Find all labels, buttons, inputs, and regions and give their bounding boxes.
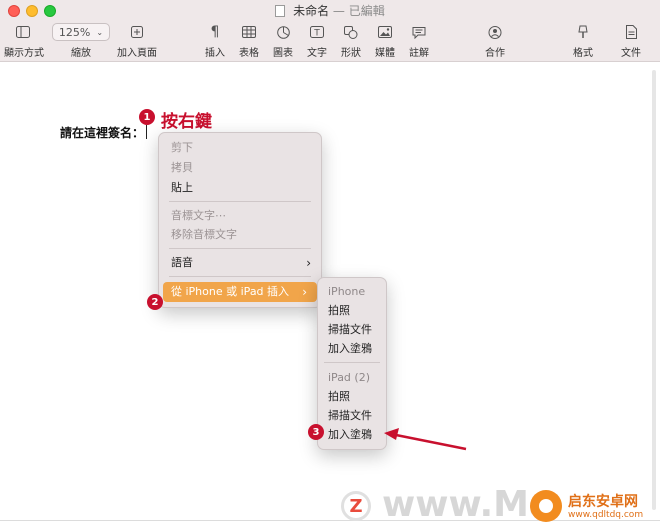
view-icon	[4, 22, 42, 42]
step-3-badge: 3	[308, 424, 324, 440]
add-page-button[interactable]: 加入頁面	[114, 22, 160, 59]
add-page-label: 加入頁面	[117, 48, 157, 59]
chart-icon	[270, 22, 296, 42]
insert-button[interactable]: ¶ 插入	[202, 22, 228, 59]
zoom-value: 125%	[58, 25, 91, 39]
comment-button[interactable]: 註解	[406, 22, 432, 59]
table-button[interactable]: 表格	[236, 22, 262, 59]
shape-icon	[338, 22, 364, 42]
chart-button[interactable]: 圖表	[270, 22, 296, 59]
text-label: 文字	[307, 48, 327, 59]
submenu-item-ipad-photo[interactable]: 拍照	[318, 387, 386, 407]
speech-label: 語音	[171, 256, 193, 269]
edit-status: 已編輯	[348, 4, 385, 18]
title-separator: —	[332, 4, 345, 18]
menu-item-insert-from-device[interactable]: 從 iPhone 或 iPad 插入 ›	[163, 282, 317, 302]
watermark-z-logo: Z	[341, 491, 371, 521]
text-icon: T	[304, 22, 330, 42]
document-body-text[interactable]: 請在這裡簽名：	[60, 124, 148, 141]
canvas-divider	[0, 520, 660, 521]
text-button[interactable]: T 文字	[304, 22, 330, 59]
watermark-site-name: 启东安卓网	[568, 494, 638, 510]
submenu-item-iphone-scan[interactable]: 掃描文件	[318, 320, 386, 340]
insert-label: 插入	[205, 48, 225, 59]
shape-label: 形狀	[341, 48, 361, 59]
text-caret	[146, 125, 148, 139]
step-2-badge: 2	[147, 294, 163, 310]
submenu-item-iphone-sketch[interactable]: 加入塗鴉	[318, 339, 386, 359]
media-button[interactable]: 媒體	[372, 22, 398, 59]
document-button[interactable]: 文件	[618, 22, 644, 59]
comment-icon	[406, 22, 432, 42]
insert-from-device-label: 從 iPhone 或 iPad 插入	[171, 285, 290, 298]
chart-label: 圖表	[273, 48, 293, 59]
collaborate-label: 合作	[485, 48, 505, 59]
arrow-annotation	[384, 428, 467, 451]
watermark-text: www.Ma	[382, 484, 532, 525]
document-icon	[618, 22, 644, 42]
signature-prompt-text: 請在這裡簽名：	[60, 126, 145, 140]
context-menu: 剪下 拷貝 貼上 音標文字⋯ 移除音標文字 語音 › 從 iPhone 或 iP…	[158, 132, 322, 308]
document-file-icon	[275, 5, 286, 17]
format-icon	[570, 22, 596, 42]
shape-button[interactable]: 形狀	[338, 22, 364, 59]
window-title: 未命名 — 已編輯	[0, 2, 660, 19]
vertical-scrollbar[interactable]	[652, 70, 656, 510]
document-label: 文件	[621, 48, 641, 59]
submenu-item-ipad-sketch[interactable]: 加入塗鴉	[318, 425, 386, 445]
view-label: 顯示方式	[4, 48, 44, 59]
menu-item-phonetic[interactable]: 音標文字⋯	[159, 206, 321, 226]
menu-item-cut[interactable]: 剪下	[159, 138, 321, 158]
submenu-item-iphone-photo[interactable]: 拍照	[318, 301, 386, 321]
chevron-right-icon: ›	[306, 256, 311, 270]
submenu-item-ipad-scan[interactable]: 掃描文件	[318, 406, 386, 426]
collaborate-button[interactable]: 合作	[480, 22, 510, 59]
submenu-separator	[324, 362, 380, 363]
media-icon	[372, 22, 398, 42]
menu-separator	[169, 276, 311, 277]
format-button[interactable]: 格式	[570, 22, 596, 59]
view-button[interactable]: 顯示方式	[4, 22, 44, 59]
chevron-right-icon: ›	[302, 285, 307, 299]
menu-item-copy[interactable]: 拷貝	[159, 158, 321, 178]
format-label: 格式	[573, 48, 593, 59]
add-page-icon	[114, 22, 160, 42]
menu-item-paste[interactable]: 貼上	[159, 178, 321, 198]
zoom-label: 縮放	[71, 48, 91, 59]
comment-label: 註解	[409, 48, 429, 59]
svg-text:T: T	[313, 29, 320, 39]
document-title: 未命名	[293, 4, 330, 18]
watermark-site-url: www.qdltdq.com	[568, 510, 644, 520]
menu-separator	[169, 248, 311, 249]
step-1-label: 按右鍵	[161, 112, 212, 132]
menu-separator	[169, 201, 311, 202]
media-label: 媒體	[375, 48, 395, 59]
insert-from-device-submenu: iPhone 拍照 掃描文件 加入塗鴉 iPad (2) 拍照 掃描文件 加入塗…	[317, 277, 387, 450]
menu-item-speech[interactable]: 語音 ›	[159, 253, 321, 273]
zoom-dropdown[interactable]: 125% ⌄	[51, 23, 111, 41]
window-toolbar: 未命名 — 已編輯 顯示方式 125% ⌄ 縮放 加入頁面 ¶ 插入 表格 圖表…	[0, 0, 660, 62]
table-icon	[236, 22, 262, 42]
submenu-header-ipad: iPad (2)	[328, 371, 370, 384]
submenu-header-iphone: iPhone	[328, 285, 366, 298]
step-1-badge: 1	[139, 109, 155, 125]
zoom-control[interactable]: 125% ⌄ 縮放	[51, 22, 111, 59]
zoom-dropdown-icon: ⌄	[96, 27, 104, 37]
collaborate-icon	[480, 22, 510, 42]
table-label: 表格	[239, 48, 259, 59]
watermark-site-logo	[530, 490, 562, 522]
insert-icon: ¶	[210, 24, 220, 40]
menu-item-remove-phonetic[interactable]: 移除音標文字	[159, 225, 321, 245]
